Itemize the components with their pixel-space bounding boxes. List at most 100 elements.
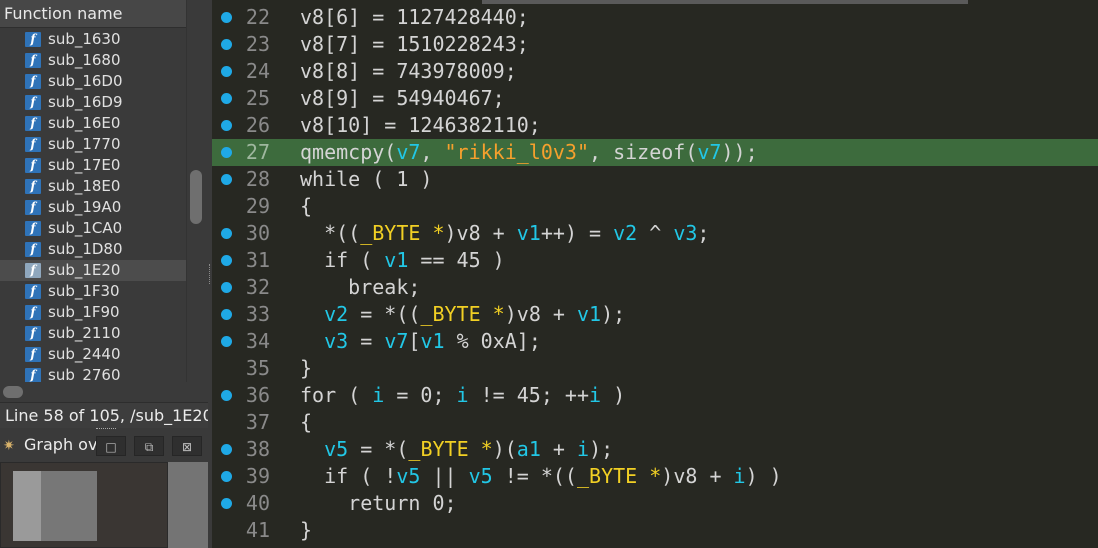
code-text[interactable]: if ( !v5 || v5 != *((_BYTE *)v8 + i) ) (300, 463, 782, 490)
breakpoint-dot-icon[interactable] (221, 39, 232, 50)
code-line[interactable]: 36 for ( i = 0; i != 45; ++i ) (212, 382, 1098, 409)
float-icon[interactable]: ⧉ (134, 436, 164, 456)
breakpoint-dot-icon[interactable] (221, 12, 232, 23)
function-name: sub_16D0 (48, 72, 123, 90)
code-text[interactable]: v8[8] = 743978009; (300, 58, 517, 85)
code-text[interactable]: v8[10] = 1246382110; (300, 112, 541, 139)
breakpoint-dot-icon[interactable] (221, 471, 232, 482)
breakpoint-dot-icon[interactable] (221, 255, 232, 266)
code-text[interactable]: { (300, 193, 312, 220)
code-line[interactable]: 29 { (212, 193, 1098, 220)
breakpoint-dot-icon[interactable] (221, 390, 232, 401)
code-line[interactable]: 31 if ( v1 == 45 ) (212, 247, 1098, 274)
status-line: Line 58 of 105, /sub_1E20 (0, 402, 208, 428)
graph-overview-area[interactable] (0, 462, 208, 548)
code-token: )v8 + (661, 464, 734, 488)
variable-token: v1 (420, 329, 445, 353)
breakpoint-dot-icon[interactable] (221, 228, 232, 239)
code-line[interactable]: 38 v5 = *(_BYTE *)(a1 + i); (212, 436, 1098, 463)
function-list-item[interactable]: f sub_16D0 (0, 71, 186, 92)
code-token: )v8 + (504, 302, 577, 326)
close-icon[interactable]: ⊠ (172, 436, 202, 456)
function-icon: f (25, 284, 41, 299)
code-token: != 45; ++ (468, 383, 590, 407)
breakpoint-dot-icon[interactable] (221, 498, 232, 509)
function-list-item[interactable]: f sub_2110 (0, 323, 186, 344)
code-line[interactable]: 24 v8[8] = 743978009; (212, 58, 1098, 85)
code-text[interactable]: v5 = *(_BYTE *)(a1 + i); (300, 436, 613, 463)
code-token: break; (300, 275, 421, 299)
code-text[interactable]: v3 = v7[v1 % 0xA]; (300, 328, 541, 355)
function-list-item[interactable]: f sub_1F90 (0, 302, 186, 323)
function-icon: f (25, 137, 41, 152)
breakpoint-dot-icon[interactable] (221, 174, 232, 185)
code-text[interactable]: v8[6] = 1127428440; (300, 4, 529, 31)
function-list-item[interactable]: f sub_1680 (0, 50, 186, 71)
code-token: v8[9] = 54940467; (300, 86, 505, 110)
code-text[interactable]: { (300, 409, 312, 436)
function-list-item[interactable]: f sub_16E0 (0, 113, 186, 134)
code-text[interactable]: v2 = *((_BYTE *)v8 + v1); (300, 301, 625, 328)
graph-overview-viewport[interactable] (0, 462, 168, 548)
code-line[interactable]: 26 v8[10] = 1246382110; (212, 112, 1098, 139)
code-line[interactable]: 33 v2 = *((_BYTE *)v8 + v1); (212, 301, 1098, 328)
code-text[interactable]: for ( i = 0; i != 45; ++i ) (300, 382, 625, 409)
functions-column-header[interactable]: Function name (0, 0, 186, 28)
breakpoint-dot-icon[interactable] (221, 282, 232, 293)
type-token: _BYTE * (420, 302, 505, 326)
code-text[interactable]: *((_BYTE *)v8 + v1++) = v2 ^ v3; (300, 220, 709, 247)
breakpoint-dot-icon[interactable] (221, 120, 232, 131)
breakpoint-dot-icon[interactable] (221, 147, 232, 158)
function-list-item[interactable]: f sub_1630 (0, 29, 186, 50)
breakpoint-dot-icon[interactable] (221, 444, 232, 455)
functions-horizontal-scroll-thumb[interactable] (3, 386, 23, 398)
function-list-item[interactable]: f sub_19A0 (0, 197, 186, 218)
code-line[interactable]: 27 qmemcpy(v7, "rikki_l0v3", sizeof(v7)); (212, 139, 1098, 166)
function-list-item[interactable]: f sub_17E0 (0, 155, 186, 176)
code-line[interactable]: 32 break; (212, 274, 1098, 301)
function-list-item[interactable]: f sub_1D80 (0, 239, 186, 260)
function-list-item[interactable]: f sub_2440 (0, 344, 186, 365)
code-token: return 0; (300, 491, 457, 515)
function-list-item[interactable]: f sub_1F30 (0, 281, 186, 302)
code-text[interactable]: if ( v1 == 45 ) (300, 247, 505, 274)
code-token: || (420, 464, 469, 488)
function-list-item[interactable]: f sub_16D9 (0, 92, 186, 113)
pseudocode-view[interactable]: 22 v8[6] = 1127428440; 23 v8[7] = 151022824… (212, 0, 1098, 548)
variable-token: v1 (576, 302, 602, 326)
breakpoint-dot-icon[interactable] (221, 309, 232, 320)
functions-list[interactable]: f sub_1630 f sub_1680 f sub_16D0 f sub_16D9 f sub… (0, 29, 186, 384)
code-line[interactable]: 37 { (212, 409, 1098, 436)
breakpoint-dot-icon[interactable] (221, 66, 232, 77)
code-token: if ( (300, 248, 385, 272)
function-name: sub_1630 (48, 30, 121, 48)
functions-vertical-scroll-thumb[interactable] (190, 170, 202, 224)
code-text[interactable]: } (300, 355, 312, 382)
function-list-item[interactable]: f sub_1E20 (0, 260, 186, 281)
breakpoint-dot-icon[interactable] (221, 93, 232, 104)
code-text[interactable]: qmemcpy(v7, "rikki_l0v3", sizeof(v7)); (300, 139, 758, 166)
code-line[interactable]: 34 v3 = v7[v1 % 0xA]; (212, 328, 1098, 355)
code-text[interactable]: while ( 1 ) (300, 166, 432, 193)
function-list-item[interactable]: f sub_18E0 (0, 176, 186, 197)
code-line[interactable]: 22 v8[6] = 1127428440; (212, 4, 1098, 31)
code-line[interactable]: 23 v8[7] = 1510228243; (212, 31, 1098, 58)
code-line[interactable]: 41} (212, 517, 1098, 544)
functions-horizontal-scrollbar[interactable] (0, 382, 186, 402)
code-line[interactable]: 28 while ( 1 ) (212, 166, 1098, 193)
code-line[interactable]: 30 *((_BYTE *)v8 + v1++) = v2 ^ v3; (212, 220, 1098, 247)
code-text[interactable]: return 0; (300, 490, 457, 517)
breakpoint-dot-icon[interactable] (221, 336, 232, 347)
code-text[interactable]: } (300, 517, 312, 544)
function-list-item[interactable]: f sub_1CA0 (0, 218, 186, 239)
code-line[interactable]: 25 v8[9] = 54940467; (212, 85, 1098, 112)
function-list-item[interactable]: f sub_1770 (0, 134, 186, 155)
code-text[interactable]: v8[7] = 1510228243; (300, 31, 529, 58)
code-text[interactable]: v8[9] = 54940467; (300, 85, 505, 112)
code-line[interactable]: 40 return 0; (212, 490, 1098, 517)
code-line[interactable]: 35} (212, 355, 1098, 382)
function-icon: f (25, 368, 41, 383)
code-line[interactable]: 39 if ( !v5 || v5 != *((_BYTE *)v8 + i) … (212, 463, 1098, 490)
restore-icon[interactable]: □ (96, 436, 126, 456)
code-text[interactable]: break; (300, 274, 420, 301)
